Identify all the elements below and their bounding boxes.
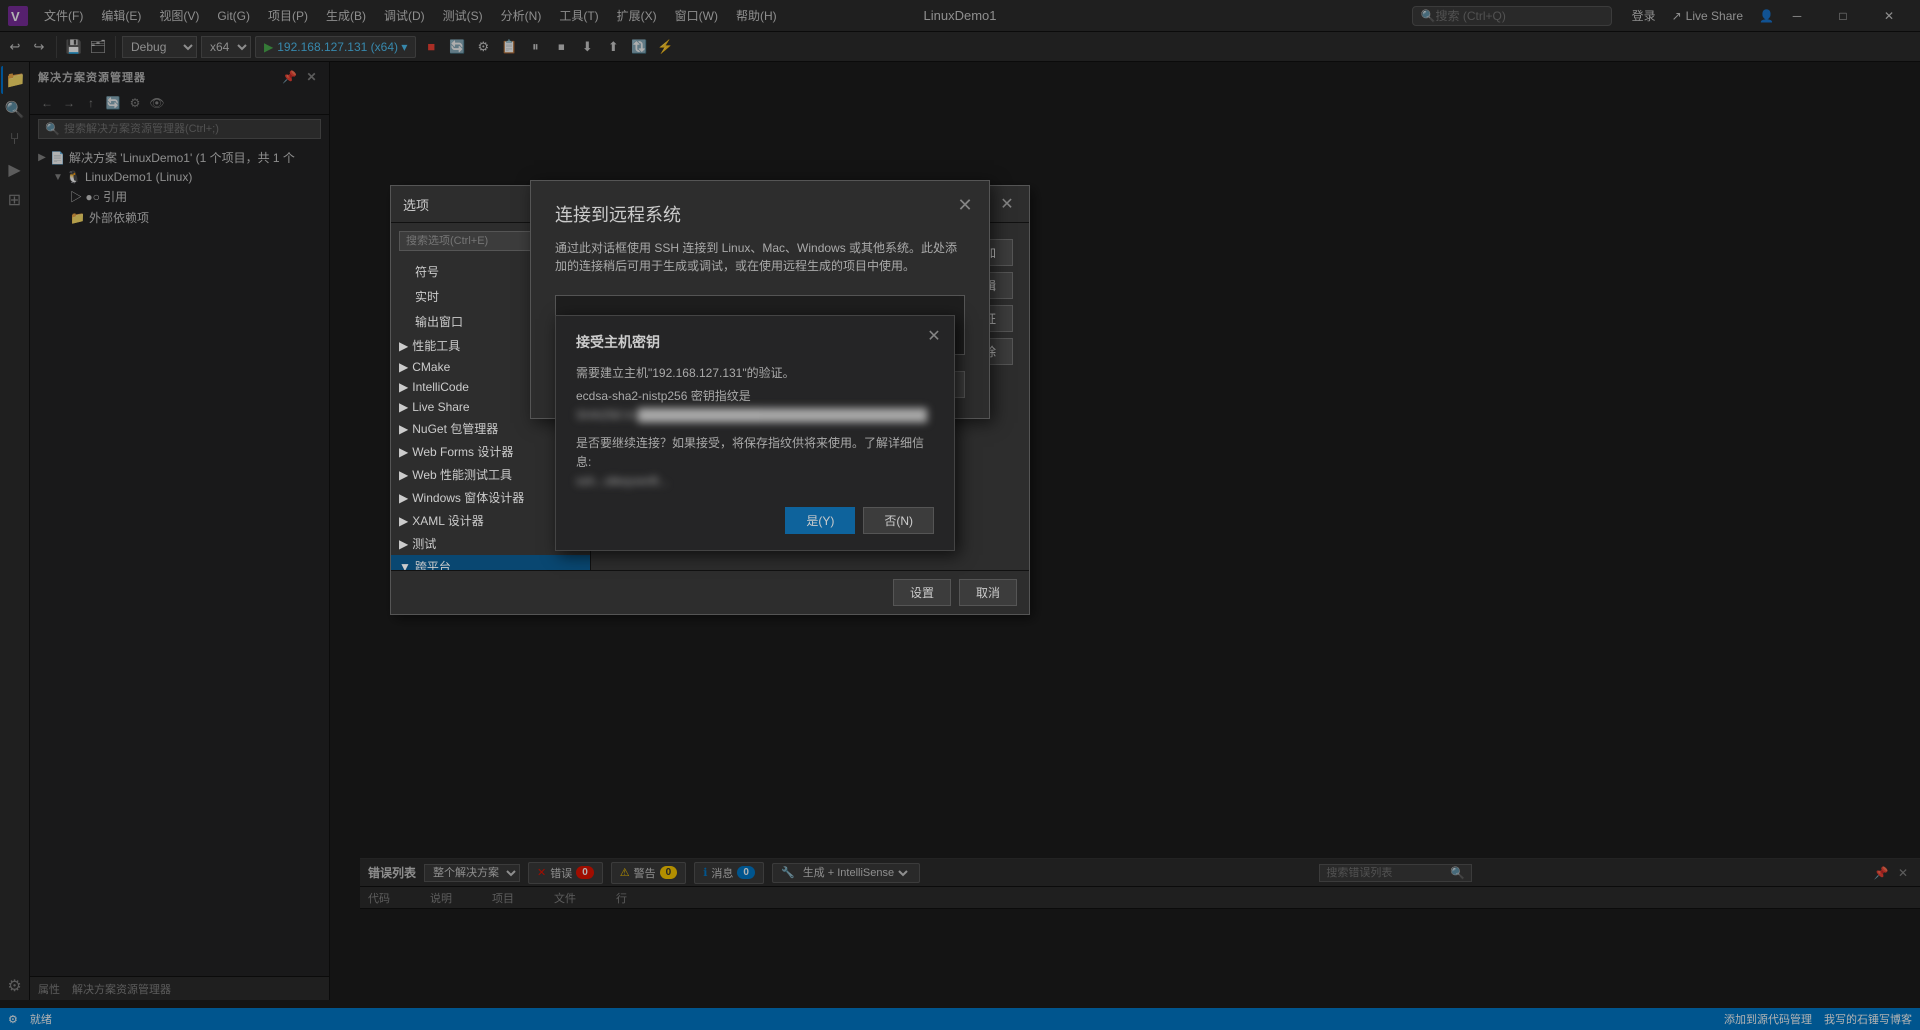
hostkey-dialog-body: 需要建立主机"192.168.127.131"的验证。 ecdsa-sha2-n… bbox=[576, 364, 934, 491]
hostkey-dialog-close-button[interactable]: ✕ bbox=[924, 326, 944, 346]
nav-arrow-crossplatform-icon: ▼ bbox=[399, 560, 411, 571]
hostkey-footer: 是(Y) 否(N) bbox=[576, 507, 934, 534]
hostkey-link: ssh...stkeyverifl... bbox=[576, 472, 934, 491]
nav-arrow-intellicode-icon: ▶ bbox=[399, 380, 408, 394]
hostkey-no-button[interactable]: 否(N) bbox=[863, 507, 934, 534]
nav-arrow-webforms-icon: ▶ bbox=[399, 445, 408, 459]
hostkey-dialog-title: 接受主机密钥 bbox=[576, 332, 934, 352]
nav-arrow-winforms-icon: ▶ bbox=[399, 491, 408, 505]
nav-arrow-cmake-icon: ▶ bbox=[399, 360, 408, 374]
options-settings-button[interactable]: 设置 bbox=[893, 579, 951, 606]
options-dialog-close-button[interactable]: ✕ bbox=[997, 194, 1017, 214]
options-dialog-footer: 设置 取消 bbox=[391, 570, 1029, 614]
nav-arrow-liveshare-icon: ▶ bbox=[399, 400, 408, 414]
nav-arrow-nuget-icon: ▶ bbox=[399, 422, 408, 436]
connect-dialog-desc: 通过此对话框使用 SSH 连接到 Linux、Mac、Windows 或其他系统… bbox=[555, 239, 965, 275]
hostkey-line2: ecdsa-sha2-nistp256 密钥指纹是 bbox=[576, 387, 934, 406]
options-dialog-title: 选项 bbox=[403, 195, 429, 214]
nav-arrow-perf-icon: ▶ bbox=[399, 339, 408, 353]
options-cancel-button[interactable]: 取消 bbox=[959, 579, 1017, 606]
connect-dialog-title: 连接到远程系统 bbox=[555, 201, 965, 227]
nav-group-crossplatform[interactable]: ▼ 跨平台 bbox=[391, 555, 590, 570]
hostkey-line4: 是否要继续连接？如果接受，将保存指纹供将来使用。了解详细信息: bbox=[576, 434, 934, 472]
hostkey-line1: 需要建立主机"192.168.127.131"的验证。 bbox=[576, 364, 934, 383]
hostkey-fingerprint: SHA256:Vc███████████████████████████████… bbox=[576, 406, 934, 425]
nav-arrow-webperf-icon: ▶ bbox=[399, 468, 408, 482]
connect-dialog-close-button[interactable]: ✕ bbox=[953, 193, 977, 217]
hostkey-dialog: ✕ 接受主机密钥 需要建立主机"192.168.127.131"的验证。 ecd… bbox=[555, 315, 955, 551]
nav-arrow-test-icon: ▶ bbox=[399, 537, 408, 551]
hostkey-yes-button[interactable]: 是(Y) bbox=[785, 507, 855, 534]
nav-arrow-xaml-icon: ▶ bbox=[399, 514, 408, 528]
